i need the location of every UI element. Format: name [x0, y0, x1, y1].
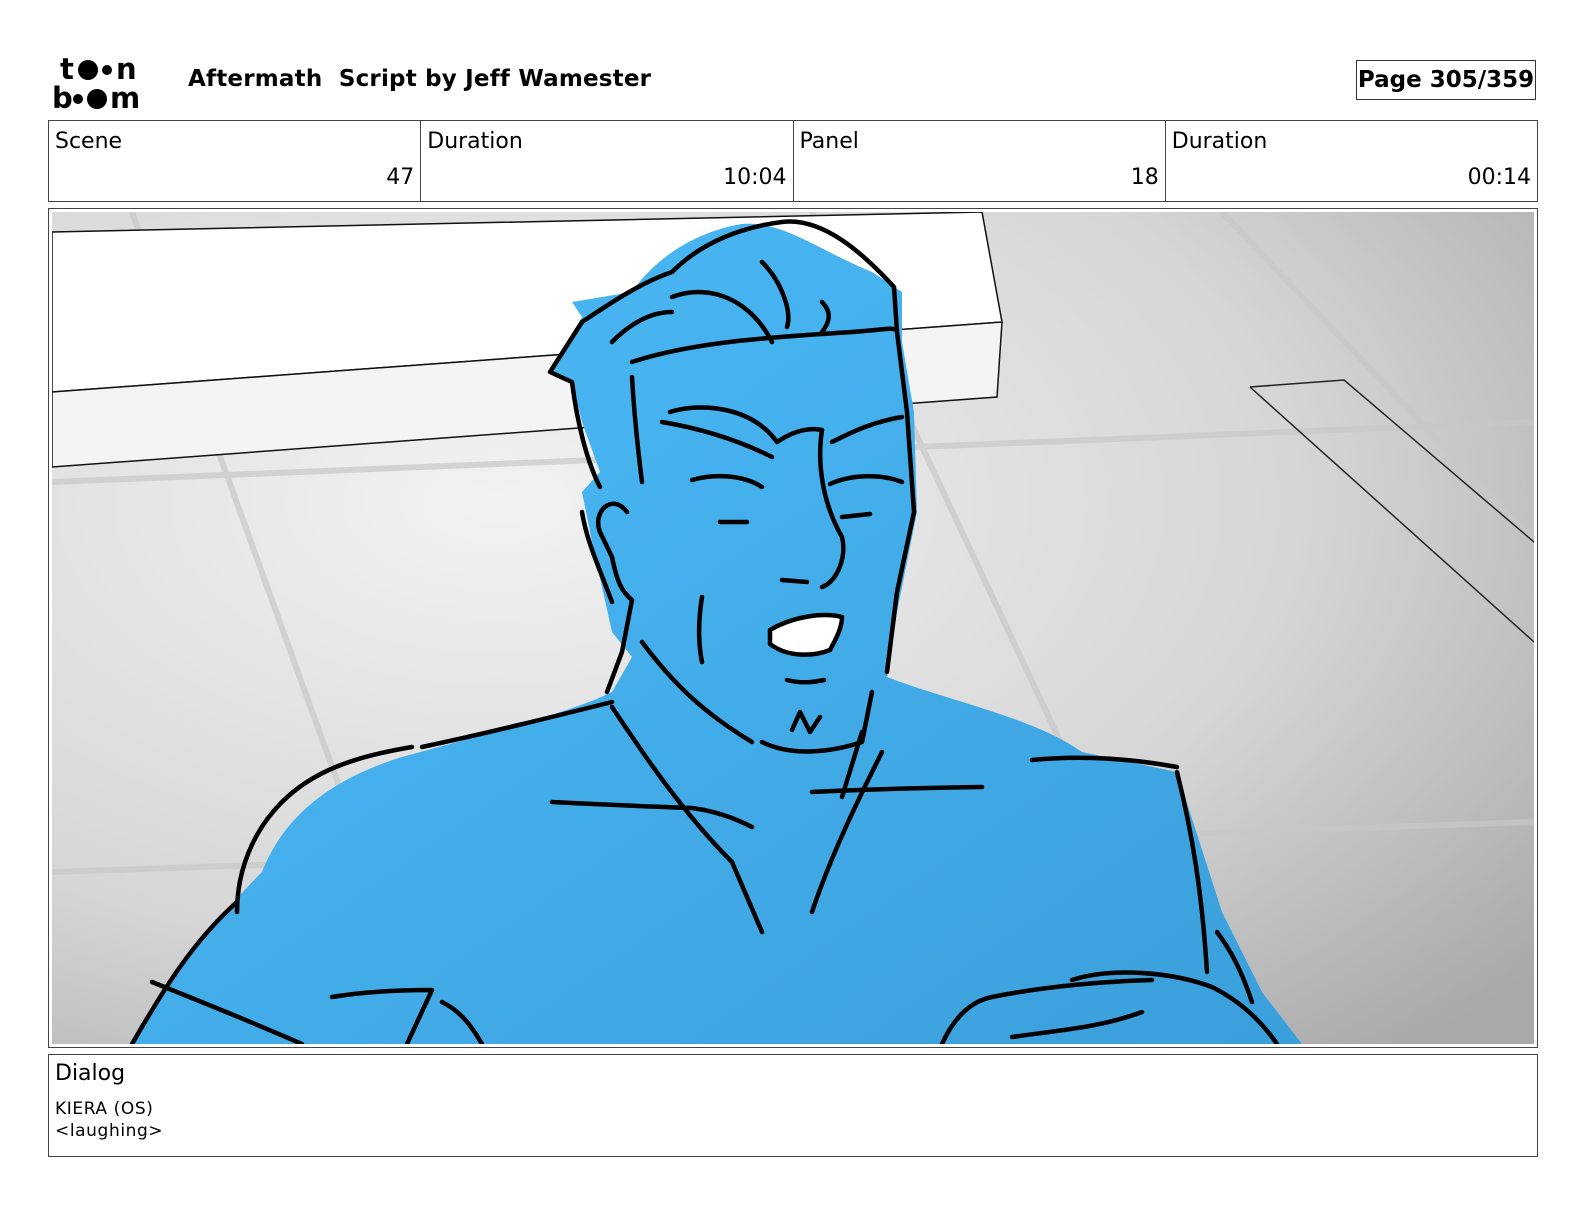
scene-info-table: Scene 47 Duration 10:04 Panel 18 Duratio… — [48, 120, 1538, 202]
scene-cell: Scene 47 — [49, 121, 422, 201]
dialog-speaker: KIERA (OS) — [55, 1099, 154, 1119]
character-sketch-illustration — [52, 212, 1534, 1044]
scene-duration-label: Duration — [427, 129, 523, 154]
panel-value: 18 — [1130, 165, 1159, 190]
document-title: Aftermath Script by Jeff Wamester — [188, 66, 652, 92]
storyboard-drawing — [52, 212, 1534, 1044]
svg-text:b: b — [52, 81, 73, 112]
panel-label: Panel — [799, 129, 859, 154]
dialog-box: Dialog KIERA (OS) <laughing> — [48, 1054, 1538, 1157]
panel-duration-label: Duration — [1171, 129, 1268, 154]
dialog-label: Dialog — [55, 1061, 126, 1086]
page-number: Page 305/359 — [1356, 60, 1536, 100]
scene-label: Scene — [55, 129, 123, 154]
panel-duration-cell: Duration 00:14 — [1166, 121, 1537, 201]
dialog-line: <laughing> — [55, 1121, 164, 1141]
scene-duration-cell: Duration 10:04 — [421, 121, 794, 201]
scene-duration-value: 10:04 — [723, 165, 787, 190]
storyboard-frame — [48, 208, 1538, 1048]
toon-boom-logo: t n b m — [52, 52, 140, 112]
scene-value: 47 — [386, 165, 415, 190]
panel-duration-value: 00:14 — [1467, 165, 1531, 190]
svg-text:m: m — [110, 81, 140, 112]
panel-cell: Panel 18 — [794, 121, 1166, 201]
